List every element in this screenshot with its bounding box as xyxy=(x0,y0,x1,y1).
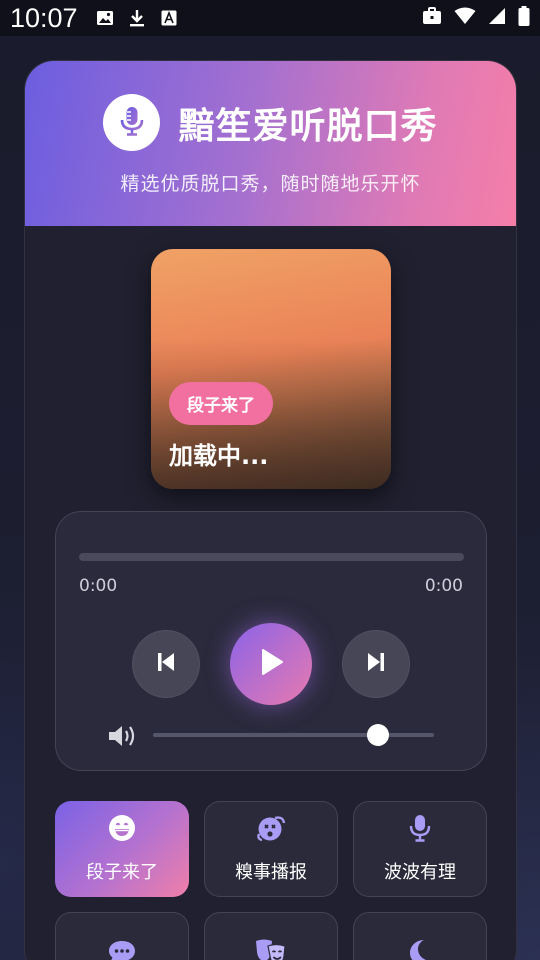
signal-icon xyxy=(488,7,506,29)
microphone-icon xyxy=(119,106,145,140)
app-subtitle: 精选优质脱口秀，随时随地乐开怀 xyxy=(120,173,421,195)
volume-knob[interactable] xyxy=(366,724,389,746)
moon-icon xyxy=(407,938,433,960)
wifi-icon xyxy=(454,7,476,29)
skip-back-icon xyxy=(155,651,177,677)
title-row: 黯笙爱听脱口秀 xyxy=(103,94,437,151)
previous-button[interactable] xyxy=(132,630,200,698)
category-item-theater[interactable] xyxy=(204,912,338,960)
category-label: 波波有理 xyxy=(384,862,456,883)
status-bar: 10:07 xyxy=(0,0,540,36)
track-title: 加载中... xyxy=(169,442,269,470)
microphone-icon xyxy=(409,814,431,846)
download-icon xyxy=(128,9,146,27)
category-label: 段子来了 xyxy=(86,862,158,883)
dizzy-face-icon xyxy=(256,814,286,846)
briefcase-icon xyxy=(422,7,442,29)
category-item-chat[interactable] xyxy=(55,912,189,960)
battery-icon xyxy=(518,6,530,30)
duration-time: 0:00 xyxy=(424,576,463,596)
album-cover: 段子来了 加载中... xyxy=(151,249,391,489)
player-card: 黯笙爱听脱口秀 精选优质脱口秀，随时随地乐开怀 段子来了 加载中... 0:00… xyxy=(24,60,517,960)
skip-forward-icon xyxy=(365,651,387,677)
next-button[interactable] xyxy=(342,630,410,698)
volume-icon xyxy=(107,724,139,752)
font-icon xyxy=(160,9,178,27)
category-item-jokes[interactable]: 段子来了 xyxy=(55,801,189,897)
category-item-bobo[interactable]: 波波有理 xyxy=(353,801,487,897)
category-item-embarrassing[interactable]: 糗事播报 xyxy=(204,801,338,897)
chat-bubble-icon xyxy=(107,939,137,960)
play-button[interactable] xyxy=(230,623,312,705)
current-time: 0:00 xyxy=(79,576,118,596)
status-time: 10:07 xyxy=(10,2,78,33)
player-controls: 0:00 0:00 xyxy=(55,511,487,771)
play-icon xyxy=(258,648,284,680)
category-item-night[interactable] xyxy=(353,912,487,960)
grin-icon xyxy=(108,814,136,846)
volume-slider[interactable] xyxy=(153,733,434,737)
category-label: 糗事播报 xyxy=(235,862,307,883)
theater-masks-icon xyxy=(254,938,288,960)
app-logo xyxy=(103,94,161,151)
app-header: 黯笙爱听脱口秀 精选优质脱口秀，随时随地乐开怀 xyxy=(25,61,516,226)
category-tag: 段子来了 xyxy=(169,382,273,425)
image-icon xyxy=(96,9,114,27)
progress-bar[interactable] xyxy=(79,553,464,561)
app-title: 黯笙爱听脱口秀 xyxy=(178,105,438,147)
